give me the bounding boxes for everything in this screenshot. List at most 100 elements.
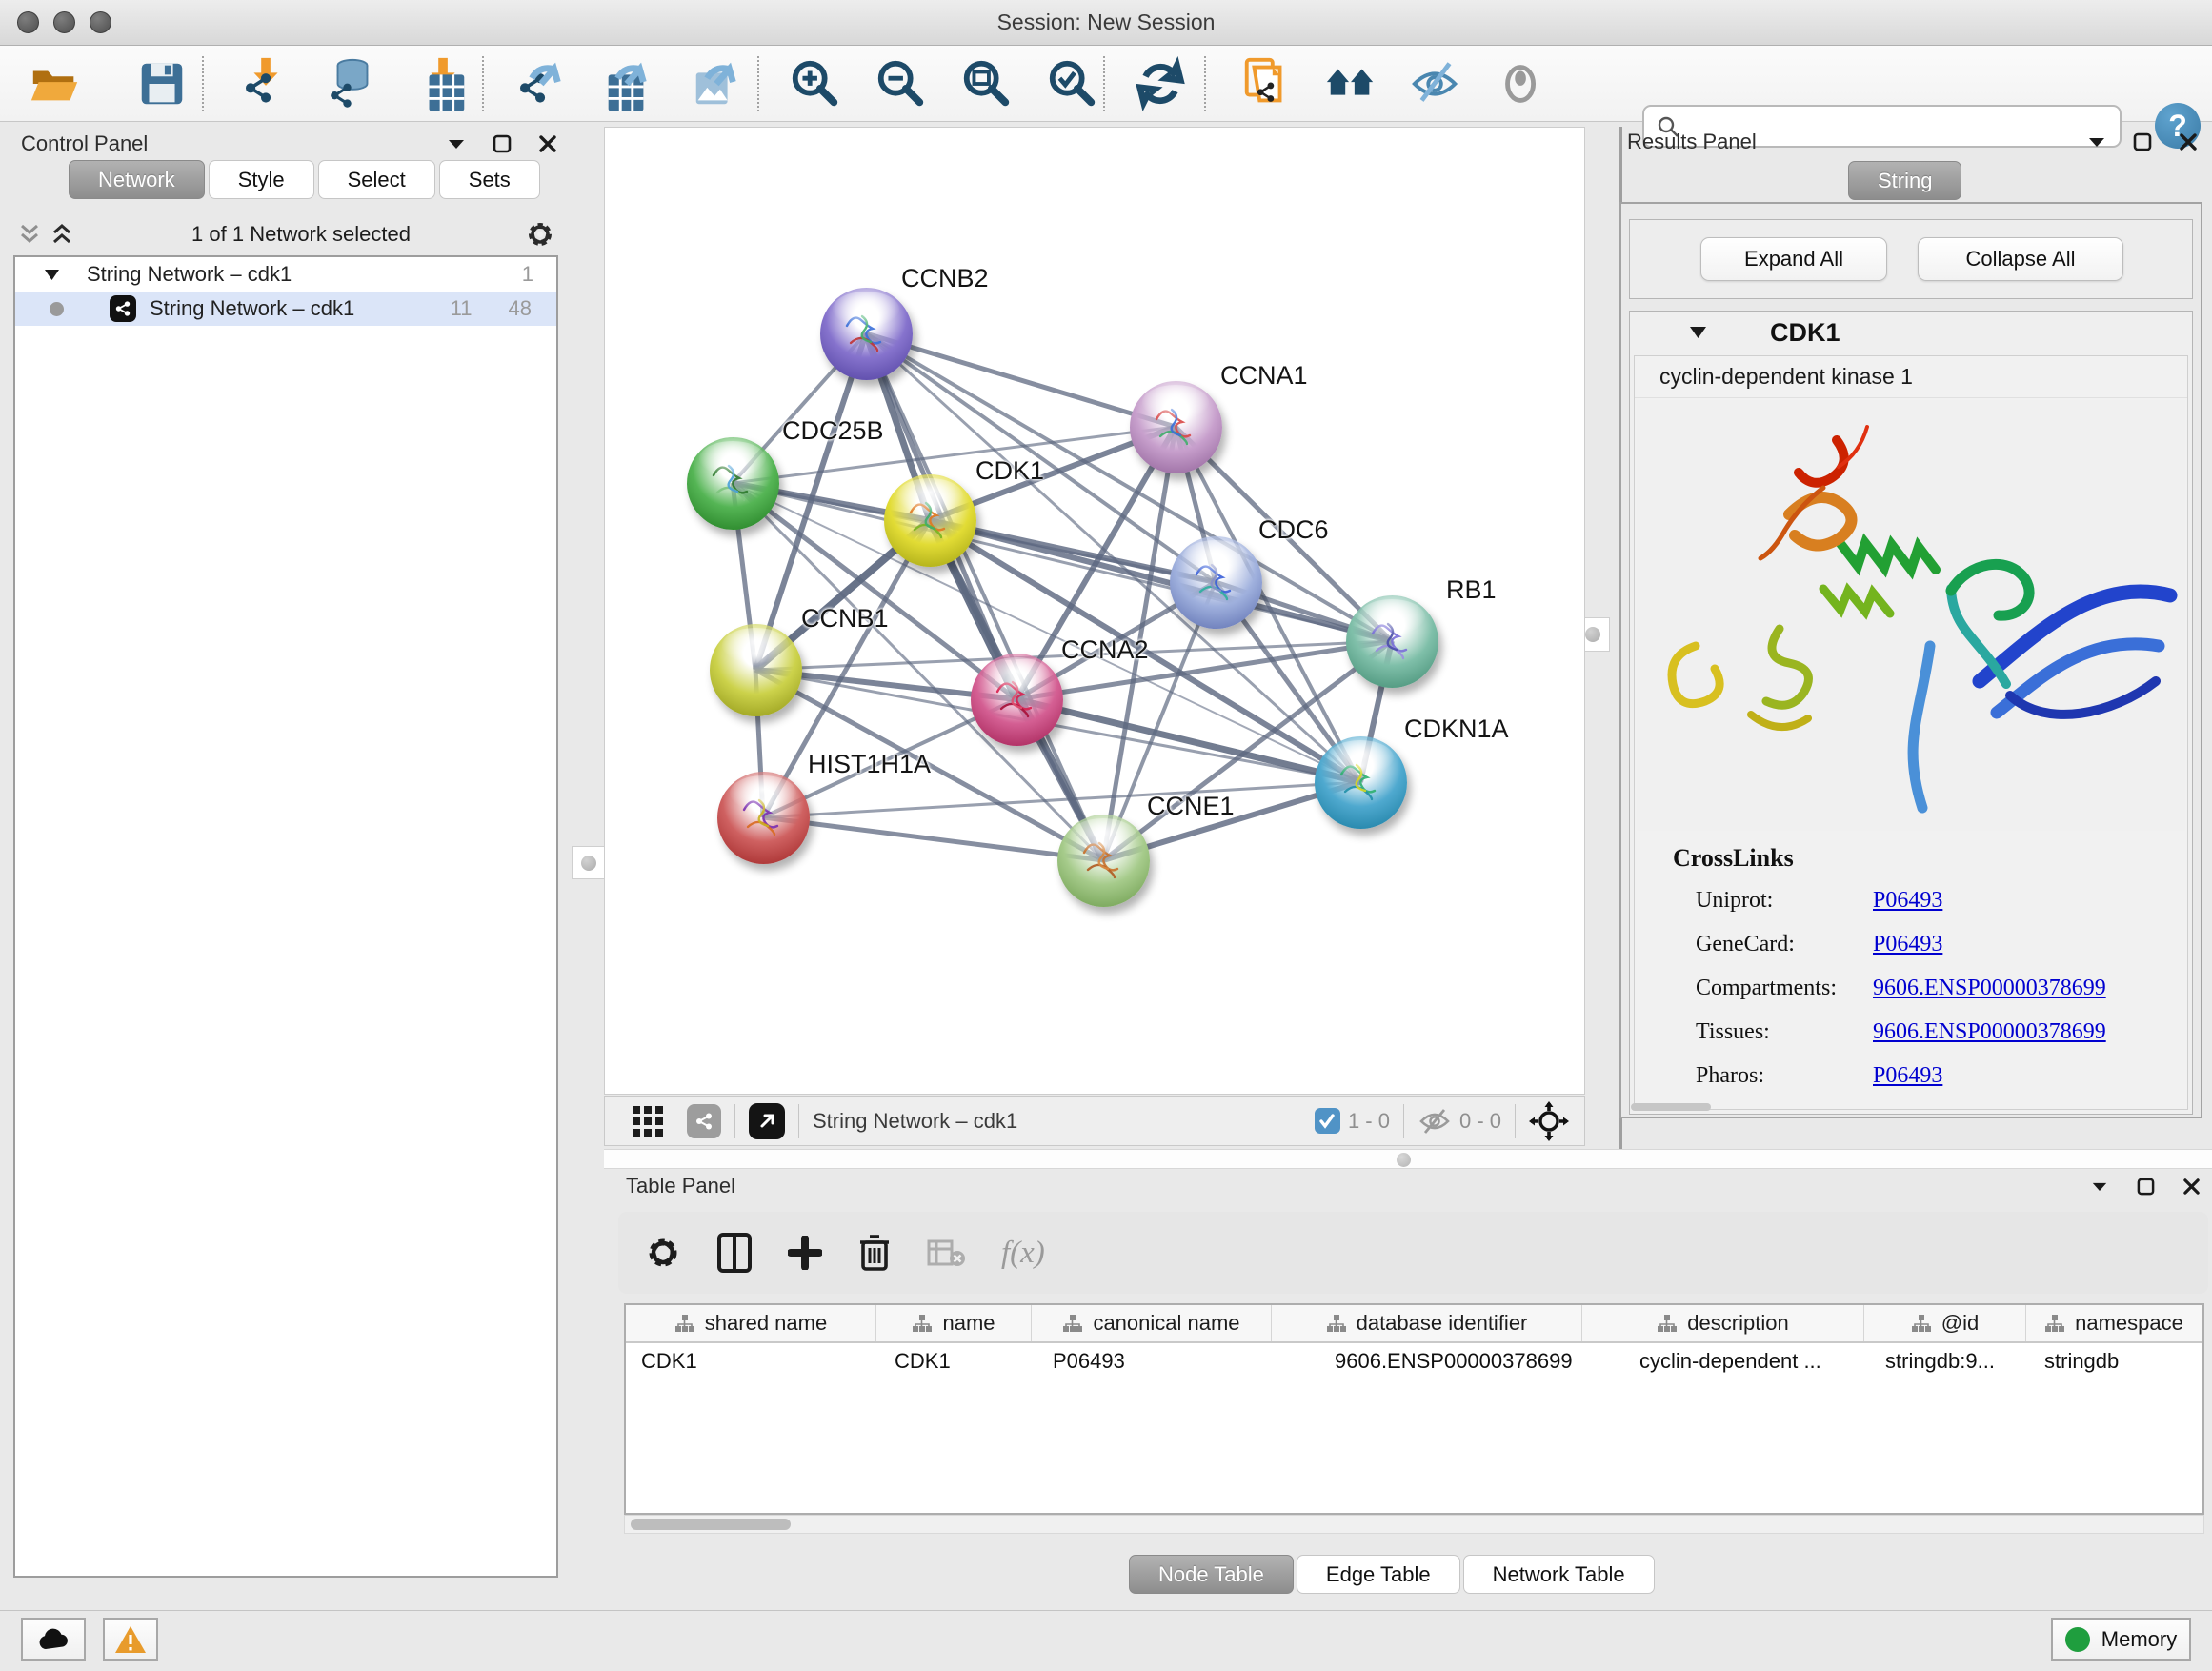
warning-status-button[interactable]	[103, 1618, 158, 1661]
hide-selected-icon[interactable]	[1408, 55, 1465, 112]
node-RB1[interactable]	[1346, 595, 1438, 688]
tab-style[interactable]: Style	[209, 160, 314, 199]
collapse-panel-icon[interactable]	[440, 131, 473, 156]
horizontal-splitter[interactable]	[604, 1149, 2212, 1169]
tab-sets[interactable]: Sets	[439, 160, 540, 199]
network-row-selected[interactable]: String Network – cdk1 11 48	[15, 292, 556, 326]
selected-nodes-checkbox[interactable]	[1315, 1108, 1340, 1134]
node-CDKN1A[interactable]	[1315, 736, 1407, 829]
table-close-icon[interactable]	[2175, 1174, 2207, 1198]
home-icon[interactable]	[1322, 55, 1379, 112]
results-float-icon[interactable]	[2126, 130, 2159, 154]
table-settings-gear-icon[interactable]	[645, 1235, 681, 1271]
table-collapse-icon[interactable]	[2083, 1174, 2116, 1198]
export-table-icon[interactable]	[598, 55, 655, 112]
column-header-database-identifier[interactable]: database identifier	[1272, 1305, 1582, 1341]
column-header-description[interactable]: description	[1582, 1305, 1864, 1341]
node-CCNA2[interactable]	[971, 654, 1063, 746]
import-network-database-icon[interactable]	[324, 55, 381, 112]
string-results-tab[interactable]: String	[1848, 161, 1961, 200]
control-panel-header: Control Panel	[21, 131, 564, 156]
window-title: Session: New Session	[0, 0, 2212, 46]
cell-description[interactable]: cyclin-dependent ...	[1582, 1349, 1864, 1374]
refresh-icon[interactable]	[1132, 55, 1189, 112]
network-collection-row[interactable]: String Network – cdk1 1	[15, 257, 556, 292]
node-HIST1H1A[interactable]	[717, 772, 810, 864]
crosslink-link[interactable]: 9606.ENSP00000378699	[1873, 1019, 2106, 1045]
crosslink-link[interactable]: P06493	[1873, 888, 1942, 914]
tab-select[interactable]: Select	[318, 160, 435, 199]
tab-network-table[interactable]: Network Table	[1463, 1555, 1655, 1594]
column-header-name[interactable]: name	[876, 1305, 1032, 1341]
node-CCNE1[interactable]	[1057, 815, 1150, 907]
horizontal-splitter-grip[interactable]	[1397, 1153, 1411, 1167]
cloud-status-button[interactable]	[21, 1618, 86, 1661]
table-hscrollbar[interactable]	[624, 1515, 2204, 1534]
protein-collapse-arrow-icon[interactable]	[1689, 326, 1707, 339]
node-CCNB1[interactable]	[710, 624, 802, 716]
open-session-icon[interactable]	[27, 55, 84, 112]
delete-column-icon[interactable]	[858, 1233, 891, 1273]
collapse-all-networks-icon[interactable]	[13, 222, 46, 247]
cell-canonical-name[interactable]: P06493	[1032, 1349, 1272, 1374]
node-CCNA1[interactable]	[1130, 381, 1222, 473]
export-image-icon[interactable]	[688, 55, 745, 112]
add-column-icon[interactable]	[788, 1236, 822, 1270]
new-network-from-selection-icon[interactable]	[1238, 55, 1296, 112]
crosslink-link[interactable]: 9606.ENSP00000378699	[1873, 976, 2106, 1001]
network-options-gear-icon[interactable]	[524, 222, 556, 247]
import-table-file-icon[interactable]	[415, 55, 473, 112]
network-list: String Network – cdk1 1 String Network –…	[13, 255, 558, 1578]
birdseye-grid-icon[interactable]	[632, 1105, 664, 1137]
zoom-fit-icon[interactable]	[958, 55, 1016, 112]
export-network-icon[interactable]	[513, 55, 570, 112]
node-CCNB2[interactable]	[820, 288, 913, 380]
share-network-icon[interactable]	[687, 1104, 721, 1138]
table-row[interactable]: CDK1CDK1P064939606.ENSP00000378699cyclin…	[626, 1343, 2202, 1379]
cell-name[interactable]: CDK1	[876, 1349, 1032, 1374]
fit-crosshair-icon[interactable]	[1529, 1101, 1569, 1141]
show-columns-icon[interactable]	[717, 1233, 752, 1273]
import-network-file-icon[interactable]	[238, 55, 295, 112]
memory-button[interactable]: Memory	[2051, 1618, 2191, 1661]
left-splitter-grip[interactable]	[572, 846, 605, 879]
table-hscrollbar-thumb[interactable]	[631, 1519, 791, 1530]
results-scrollbar[interactable]	[1631, 1103, 1711, 1111]
node-CDC6[interactable]	[1170, 536, 1262, 629]
crosslink-link[interactable]: P06493	[1873, 932, 1942, 957]
zoom-selected-icon[interactable]	[1044, 55, 1101, 112]
collapse-all-button[interactable]: Collapse All	[1918, 237, 2123, 281]
column-header-canonical-name[interactable]: canonical name	[1032, 1305, 1272, 1341]
node-CDK1[interactable]	[884, 474, 976, 567]
column-header-@id[interactable]: @id	[1864, 1305, 2026, 1341]
column-header-shared-name[interactable]: shared name	[626, 1305, 876, 1341]
expand-all-button[interactable]: Expand All	[1700, 237, 1887, 281]
float-panel-icon[interactable]	[486, 131, 518, 156]
node-CDC25B[interactable]	[687, 437, 779, 530]
column-type-icon	[1062, 1314, 1083, 1333]
network-canvas[interactable]: CCNB2CCNA1CDC25BCDK1CDC6RB1CCNB1CCNA2CDK…	[604, 127, 1585, 1095]
cell-shared-name[interactable]: CDK1	[626, 1349, 876, 1374]
tab-network[interactable]: Network	[69, 160, 205, 199]
cell-database-identifier[interactable]: 9606.ENSP00000378699	[1272, 1349, 1582, 1374]
expand-all-networks-icon[interactable]	[46, 222, 78, 247]
column-header-namespace[interactable]: namespace	[2026, 1305, 2202, 1341]
open-in-window-icon[interactable]	[749, 1103, 785, 1139]
close-panel-icon[interactable]	[532, 131, 564, 156]
hidden-eye-slash-icon[interactable]	[1418, 1107, 1452, 1136]
results-collapse-icon[interactable]	[2081, 130, 2113, 154]
protein-card-header[interactable]: CDK1	[1630, 312, 2192, 353]
results-close-icon[interactable]	[2172, 130, 2204, 154]
collection-expand-arrow-icon[interactable]	[44, 269, 60, 281]
string-results-box: Expand All Collapse All CDK1 cyclin-depe…	[1619, 202, 2202, 1118]
cell-@id[interactable]: stringdb:9...	[1864, 1349, 2026, 1374]
show-all-icon[interactable]	[1494, 55, 1551, 112]
cell-namespace[interactable]: stringdb	[2026, 1349, 2202, 1374]
tab-edge-table[interactable]: Edge Table	[1297, 1555, 1460, 1594]
table-float-icon[interactable]	[2129, 1174, 2162, 1198]
tab-node-table[interactable]: Node Table	[1129, 1555, 1294, 1594]
save-session-icon[interactable]	[133, 55, 191, 112]
zoom-in-icon[interactable]	[787, 55, 844, 112]
zoom-out-icon[interactable]	[873, 55, 930, 112]
crosslink-link[interactable]: P06493	[1873, 1063, 1942, 1089]
